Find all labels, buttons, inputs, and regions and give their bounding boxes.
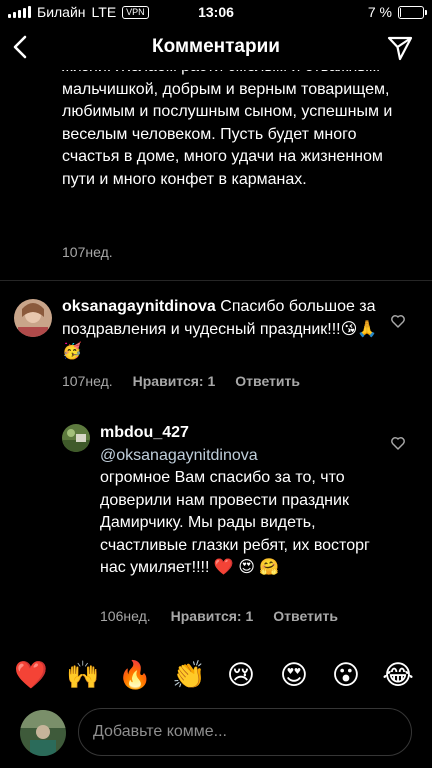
- comment-meta: 107нед. Нравится: 1 Ответить: [62, 373, 300, 389]
- comment-composer: [0, 700, 432, 768]
- reply-meta: 106нед. Нравится: 1 Ответить: [100, 608, 338, 624]
- comment-item: oksanagaynitdinova Спасибо большое за по…: [0, 288, 432, 398]
- nav-bar: Комментарии: [0, 24, 432, 70]
- reply-button[interactable]: Ответить: [235, 373, 300, 389]
- reaction-raised-hands[interactable]: 🙌: [66, 658, 100, 692]
- divider: [0, 280, 432, 281]
- comment-timestamp: 107нед.: [62, 373, 113, 389]
- reply-text: огромное Вам спасибо за то, что доверили…: [100, 469, 370, 576]
- mention-link[interactable]: @oksanagaynitdinova: [100, 447, 258, 464]
- battery-percent: 7 %: [367, 4, 392, 20]
- quick-reactions-bar: ❤️ 🙌 🔥 👏 😢 😍 😮 😂: [0, 650, 432, 700]
- status-bar: Билайн LTE VPN 13:06 7 %: [0, 0, 432, 24]
- reply-timestamp: 106нед.: [100, 608, 151, 624]
- reply-username[interactable]: mbdou_427: [100, 424, 189, 441]
- avatar[interactable]: [14, 299, 52, 337]
- battery-icon: [398, 5, 427, 19]
- status-right: 7 %: [367, 4, 427, 20]
- reaction-crying[interactable]: 😢: [224, 658, 258, 692]
- reaction-fire[interactable]: 🔥: [118, 658, 152, 692]
- reaction-laughing[interactable]: 😂: [381, 658, 415, 692]
- heart-outline-icon: [391, 315, 405, 328]
- like-button[interactable]: [390, 313, 406, 329]
- reaction-clap[interactable]: 👏: [172, 658, 206, 692]
- reply-item: mbdou_427 @oksanagaynitdinova огромное В…: [0, 420, 432, 630]
- page-title: Комментарии: [152, 36, 280, 57]
- paper-plane-icon: [387, 36, 413, 61]
- share-button[interactable]: [386, 34, 414, 62]
- reply-body: mbdou_427 @oksanagaynitdinova огромное В…: [100, 422, 390, 580]
- battery-level: [400, 7, 401, 17]
- caption-timestamp: 107нед.: [62, 244, 113, 260]
- caption-text: жизни. Желаем расти смелым и отважным ма…: [62, 70, 393, 188]
- heart-outline-icon: [391, 437, 405, 450]
- comments-list[interactable]: жизни. Желаем расти смелым и отважным ма…: [0, 70, 432, 637]
- reaction-heart[interactable]: ❤️: [14, 658, 48, 692]
- comment-username[interactable]: oksanagaynitdinova: [62, 298, 216, 315]
- like-count[interactable]: Нравится: 1: [133, 373, 216, 389]
- like-count[interactable]: Нравится: 1: [171, 608, 254, 624]
- avatar[interactable]: [62, 424, 90, 452]
- own-avatar: [20, 710, 66, 756]
- like-button[interactable]: [390, 435, 406, 451]
- comment-input[interactable]: [78, 708, 412, 756]
- comment-body: oksanagaynitdinova Спасибо большое за по…: [62, 296, 382, 364]
- reaction-heart-eyes[interactable]: 😍: [277, 658, 311, 692]
- reaction-surprised[interactable]: 😮: [329, 658, 363, 692]
- reply-button[interactable]: Ответить: [273, 608, 338, 624]
